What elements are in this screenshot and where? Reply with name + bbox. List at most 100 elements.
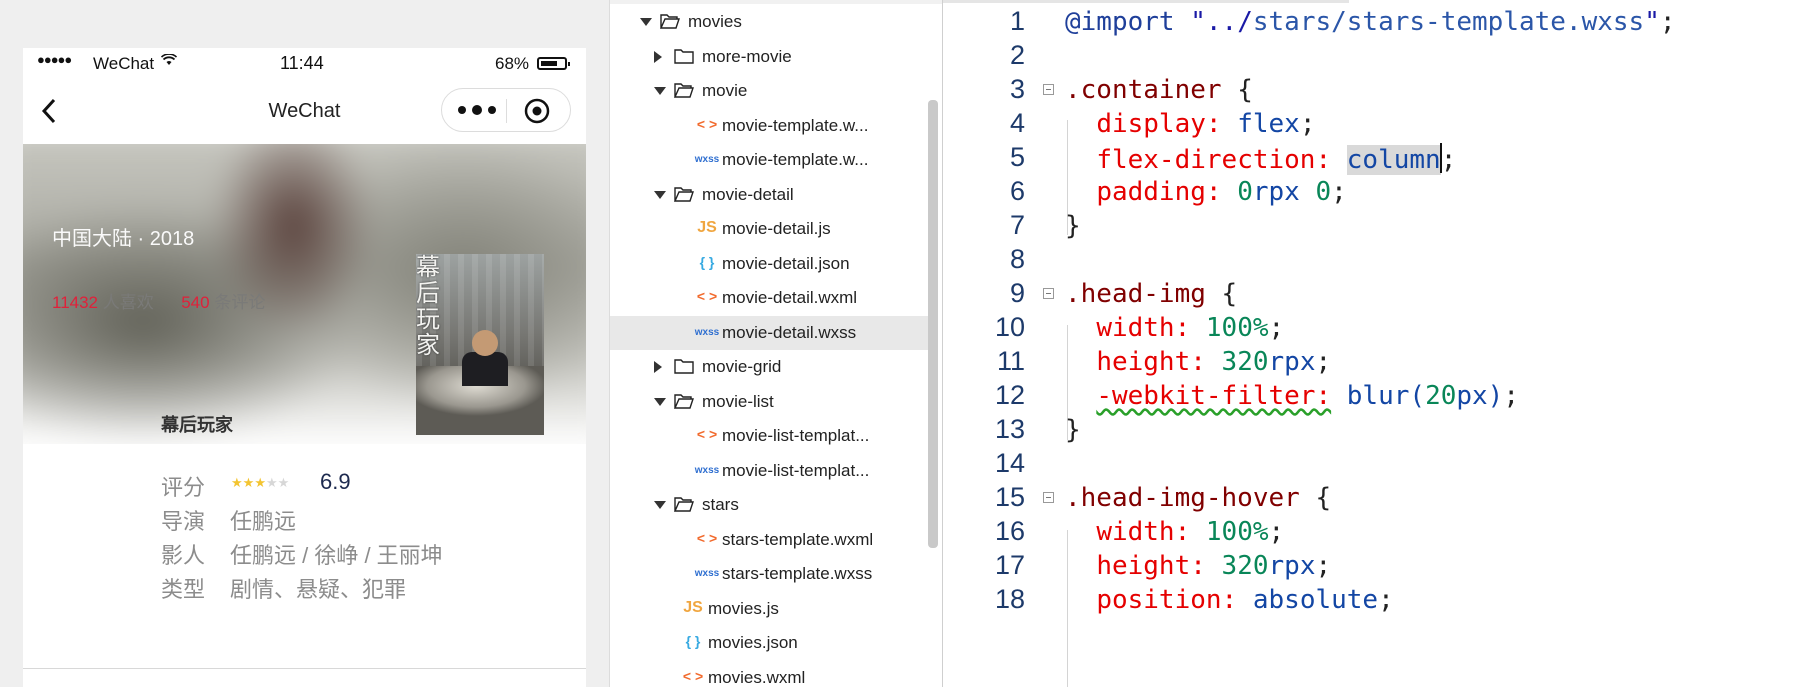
tree-item-label: movies.wxml	[708, 667, 806, 687]
movie-poster[interactable]: 幕后玩家	[416, 254, 544, 435]
line-number: 11	[996, 346, 1025, 376]
tree-item-label: movie-list-templat...	[722, 460, 870, 480]
info-label: 类型	[161, 577, 206, 602]
tree-item-movie-list-templat[interactable]: wxss movie-list-templat...	[610, 454, 928, 488]
code-text: .head-img-hover {	[1065, 483, 1332, 513]
line-number: 17	[994, 550, 1025, 580]
tree-item-stars-template-wxml[interactable]: < > stars-template.wxml	[610, 523, 928, 557]
tree-item-movie-detail-json[interactable]: { } movie-detail.json	[610, 247, 928, 281]
js-file-icon: JS	[697, 219, 717, 236]
phone-screen: ●●●●● WeChat 11:44 68% WeChat 中国大陆 · 201…	[23, 48, 586, 687]
tree-item-stars[interactable]: stars	[610, 488, 928, 522]
line-number: 10	[994, 312, 1025, 342]
line-number: 16	[994, 516, 1025, 546]
tree-item-movies-js[interactable]: JS movies.js	[610, 592, 928, 626]
code-text: width: 100%;	[1096, 313, 1285, 343]
tree-item-movie-detail-wxss[interactable]: wxss movie-detail.wxss	[610, 315, 928, 350]
caret-down-icon[interactable]	[654, 397, 666, 406]
fold-toggle-icon[interactable]	[1043, 84, 1054, 95]
tree-item-movie-list[interactable]: movie-list	[610, 385, 928, 419]
tree-item-label: movie-detail	[702, 184, 794, 204]
wxml-file-icon: < >	[682, 667, 704, 684]
folder-open-icon	[660, 14, 680, 29]
tree-item-movies[interactable]: movies	[610, 5, 928, 39]
movie-country-year: 中国大陆 · 2018	[52, 228, 195, 250]
wxss-file-icon: wxss	[694, 154, 720, 165]
star-filled-icon: ★	[254, 475, 266, 490]
tree-item-movies-wxml[interactable]: < > movies.wxml	[610, 661, 928, 695]
likes-label: 人喜欢	[102, 293, 154, 312]
divider	[23, 668, 586, 669]
caret-down-icon[interactable]	[654, 87, 666, 95]
code-text: position: absolute;	[1096, 585, 1394, 615]
close-target-icon[interactable]	[524, 98, 550, 124]
info-label: 导演	[161, 509, 206, 534]
tree-item-stars-template-wxss[interactable]: wxss stars-template.wxss	[610, 557, 928, 591]
movie-stats: 11432 人喜欢 540 条评论	[52, 288, 265, 313]
code-text: @import "../stars/stars-template.wxss";	[1065, 7, 1676, 37]
code-text: height: 320rpx;	[1096, 551, 1332, 581]
info-label: 评分	[161, 475, 206, 500]
star-filled-icon: ★	[231, 475, 243, 490]
rating-score: 6.9	[320, 469, 351, 494]
caret-right-icon[interactable]	[654, 361, 662, 373]
code-text: display: flex;	[1096, 109, 1316, 139]
tree-item-movie-template-w[interactable]: < > movie-template.w...	[610, 109, 928, 143]
code-text: padding: 0rpx 0;	[1096, 177, 1347, 207]
code-text: flex-direction: column;	[1096, 143, 1457, 175]
comments-count: 540	[181, 293, 210, 312]
info-value: 任鹏远	[230, 509, 297, 534]
wxml-file-icon: < >	[696, 288, 718, 304]
tree-item-movie-detail-js[interactable]: JS movie-detail.js	[610, 212, 928, 246]
wxss-file-icon: wxss	[694, 326, 720, 338]
tree-item-movie[interactable]: movie	[610, 74, 928, 108]
tree-item-movies-json[interactable]: { } movies.json	[610, 626, 928, 660]
tree-item-movie-detail[interactable]: movie-detail	[610, 178, 928, 212]
more-dots-icon[interactable]	[456, 99, 498, 121]
caret-down-icon[interactable]	[654, 501, 666, 509]
line-number: 5	[1009, 142, 1025, 172]
caret-right-icon[interactable]	[654, 50, 662, 63]
code-text: .head-img {	[1065, 279, 1238, 309]
fold-toggle-icon[interactable]	[1043, 492, 1054, 503]
tree-item-label: movie-detail.json	[722, 253, 850, 273]
code-text: }	[1065, 211, 1081, 241]
tree-item-label: movie-template.w...	[722, 115, 869, 135]
tree-item-label: movie-detail.wxss	[722, 322, 857, 342]
code-text: height: 320rpx;	[1096, 347, 1332, 377]
tree-item-movie-list-templat[interactable]: < > movie-list-templat...	[610, 419, 928, 453]
star-filled-icon: ★	[242, 475, 255, 490]
tree-item-movie-template-w[interactable]: wxss movie-template.w...	[610, 143, 928, 177]
tree-item-label: movie-list-templat...	[722, 426, 870, 445]
line-number: 15	[994, 482, 1025, 512]
line-number: 18	[994, 584, 1025, 614]
code-editor[interactable]: 1 @import "../stars/stars-template.wxss";…	[942, 0, 1798, 687]
code-line[interactable]: 18 position: absolute;	[943, 582, 1798, 621]
tree-item-more-movie[interactable]: more-movie	[610, 40, 928, 74]
wxml-file-icon: < >	[696, 426, 718, 442]
capsule-divider	[506, 99, 507, 123]
fold-toggle-icon[interactable]	[1043, 288, 1054, 299]
folder-open-icon	[674, 83, 694, 98]
tree-item-label: movie-detail.js	[722, 219, 831, 238]
explorer-scrollbar[interactable]	[928, 100, 938, 548]
folder-open-icon	[674, 186, 694, 202]
tree-item-movie-grid[interactable]: movie-grid	[610, 350, 928, 384]
status-bar: ●●●●● WeChat 11:44 68%	[23, 48, 586, 78]
code-text: -webkit-filter: blur(20px);	[1096, 381, 1519, 411]
tree-item-label: more-movie	[702, 46, 792, 66]
movie-title: 幕后玩家	[161, 415, 233, 435]
editor-tab-strip	[943, 0, 1349, 3]
folder-open-icon	[674, 393, 694, 409]
star-empty-icon: ★	[265, 475, 278, 490]
caret-down-icon[interactable]	[640, 18, 652, 26]
line-number: 3	[1009, 74, 1025, 104]
line-number: 9	[1009, 278, 1025, 308]
line-number: 6	[1009, 176, 1025, 206]
caret-down-icon[interactable]	[654, 190, 666, 199]
line-number: 7	[1009, 210, 1025, 240]
battery-icon	[537, 57, 570, 70]
tree-item-movie-detail-wxml[interactable]: < > movie-detail.wxml	[610, 281, 928, 315]
folder-icon	[674, 359, 694, 374]
line-number: 12	[994, 380, 1025, 410]
